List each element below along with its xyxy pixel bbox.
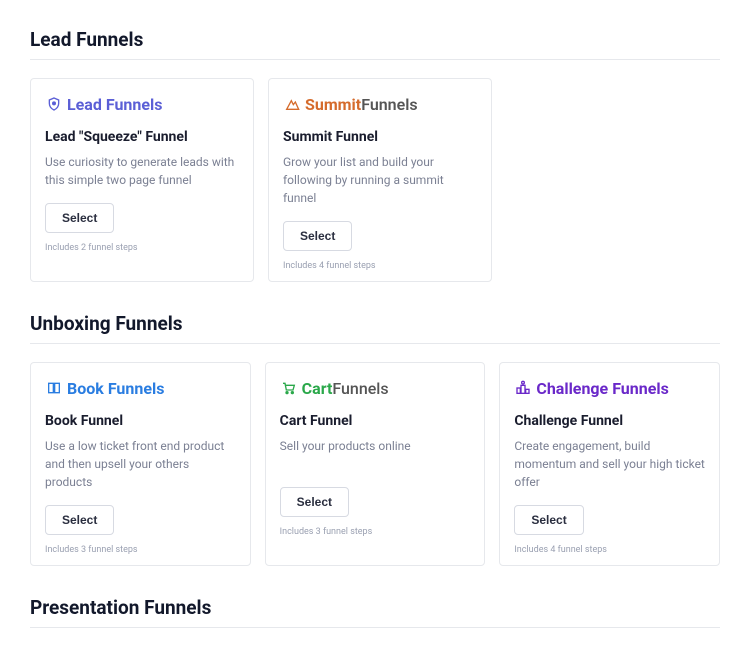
logo-challenge-funnels: Challenge Funnels — [514, 377, 705, 399]
logo-text: SummitFunnels — [305, 95, 418, 114]
shield-icon — [45, 95, 63, 113]
funnel-steps-note: Includes 3 funnel steps — [280, 527, 471, 537]
card-title: Book Funnel — [45, 413, 236, 429]
select-button[interactable]: Select — [45, 505, 114, 535]
logo-lead-funnels: Lead Funnels — [45, 93, 239, 115]
funnel-steps-note: Includes 4 funnel steps — [283, 261, 477, 271]
logo-cart-funnels: CartFunnels — [280, 377, 471, 399]
section-title-presentation-funnels: Presentation Funnels — [30, 596, 720, 619]
funnel-card-cart: CartFunnels Cart Funnel Sell your produc… — [265, 362, 486, 566]
select-button[interactable]: Select — [280, 487, 349, 517]
select-button[interactable]: Select — [514, 505, 583, 535]
section-divider — [30, 343, 720, 344]
card-description: Create engagement, build momentum and se… — [514, 437, 705, 491]
card-description: Use a low ticket front end product and t… — [45, 437, 236, 491]
logo-text: CartFunnels — [302, 379, 389, 398]
section-title-lead-funnels: Lead Funnels — [30, 28, 720, 51]
card-row-lead: Lead Funnels Lead "Squeeze" Funnel Use c… — [30, 78, 720, 282]
podium-icon — [514, 379, 532, 397]
card-title: Challenge Funnel — [514, 413, 705, 429]
select-button[interactable]: Select — [45, 203, 114, 233]
funnel-card-challenge: Challenge Funnels Challenge Funnel Creat… — [499, 362, 720, 566]
card-title: Cart Funnel — [280, 413, 471, 429]
logo-summit-funnels: SummitFunnels — [283, 93, 477, 115]
mountain-icon — [283, 95, 301, 113]
cart-icon — [280, 379, 298, 397]
card-title: Lead "Squeeze" Funnel — [45, 129, 239, 145]
funnel-steps-note: Includes 3 funnel steps — [45, 545, 236, 555]
funnel-card-summit: SummitFunnels Summit Funnel Grow your li… — [268, 78, 492, 282]
card-title: Summit Funnel — [283, 129, 477, 145]
card-description: Grow your list and build your following … — [283, 153, 477, 207]
logo-text: Book Funnels — [67, 379, 164, 398]
logo-text: Challenge Funnels — [536, 379, 668, 398]
section-divider — [30, 59, 720, 60]
logo-text: Lead Funnels — [67, 95, 162, 114]
funnel-card-book: Book Funnels Book Funnel Use a low ticke… — [30, 362, 251, 566]
funnel-steps-note: Includes 2 funnel steps — [45, 243, 239, 253]
book-icon — [45, 379, 63, 397]
funnel-steps-note: Includes 4 funnel steps — [514, 545, 705, 555]
funnel-card-lead-squeeze: Lead Funnels Lead "Squeeze" Funnel Use c… — [30, 78, 254, 282]
card-description: Use curiosity to generate leads with thi… — [45, 153, 239, 189]
card-description: Sell your products online — [280, 437, 471, 473]
section-divider — [30, 627, 720, 628]
section-title-unboxing-funnels: Unboxing Funnels — [30, 312, 720, 335]
logo-book-funnels: Book Funnels — [45, 377, 236, 399]
select-button[interactable]: Select — [283, 221, 352, 251]
card-row-unboxing: Book Funnels Book Funnel Use a low ticke… — [30, 362, 720, 566]
